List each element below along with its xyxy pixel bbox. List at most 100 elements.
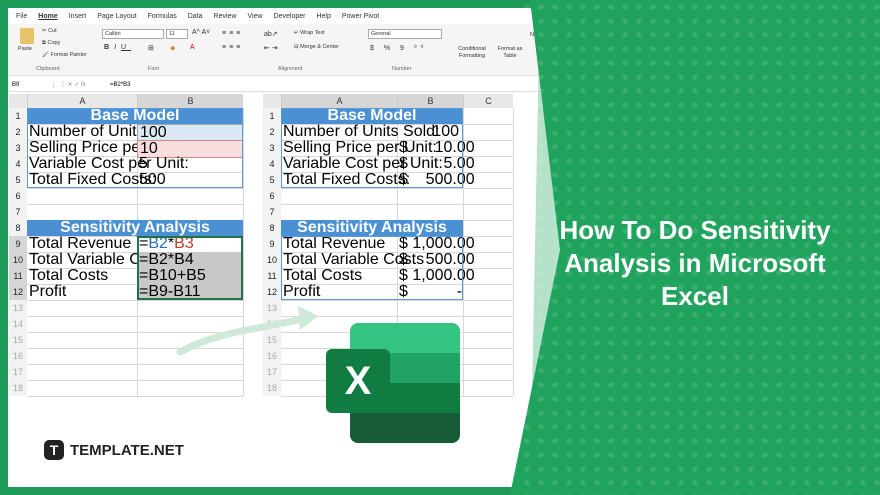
row-number[interactable]: 8 [263, 220, 281, 236]
menu-power-pivot[interactable]: Power Pivot [342, 13, 379, 20]
row-number[interactable]: 17 [263, 364, 281, 380]
corner-cell[interactable] [9, 94, 27, 108]
name-box[interactable]: B9 [8, 81, 54, 88]
page-title: How To Do Sensitivity Analysis in Micros… [559, 215, 831, 311]
row-number[interactable]: 12 [263, 284, 281, 300]
clipboard-group-label: Clipboard [36, 66, 60, 72]
menu-insert[interactable]: Insert [69, 13, 87, 20]
number-format-icons[interactable]: $ % 9 ⁰⁰ [370, 44, 427, 52]
column-gridline [513, 108, 514, 396]
row-number[interactable]: 7 [9, 204, 27, 220]
column-header[interactable]: B [397, 94, 463, 108]
fill-color-icon[interactable]: ◈ [170, 44, 175, 52]
row-number[interactable]: 9 [9, 236, 27, 252]
alignment-group-label: Alignment [278, 66, 303, 72]
brand-logo[interactable]: T TEMPLATE.NET [44, 440, 184, 460]
paste-button[interactable]: Paste [18, 46, 32, 52]
brand-name: TEMPLATE.NET [70, 441, 184, 459]
row-number[interactable]: 17 [9, 364, 27, 380]
row-number[interactable]: 8 [9, 220, 27, 236]
menu-file[interactable]: File [16, 13, 27, 20]
formula-bar-icons: ⋮ ✕ ✓ fx [60, 82, 86, 88]
row-number[interactable]: 1 [9, 108, 27, 124]
font-group-label: Font [148, 66, 160, 72]
sensitivity-label[interactable]: Total Costs [27, 268, 108, 284]
row-number[interactable]: 10 [9, 252, 27, 268]
row-number[interactable]: 7 [263, 204, 281, 220]
row-number[interactable]: 5 [263, 172, 281, 188]
indent-icons[interactable]: ⇤ ⇥ [264, 44, 278, 52]
column-header[interactable]: C [463, 94, 513, 108]
row-number[interactable]: 18 [9, 380, 27, 396]
row-number[interactable]: 3 [263, 140, 281, 156]
row-number[interactable]: 18 [263, 380, 281, 396]
menu-data[interactable]: Data [188, 13, 203, 20]
arrow-icon [176, 306, 318, 356]
sensitivity-label[interactable]: Profit [27, 284, 66, 300]
grow-font-icon[interactable]: A^ A˅ [192, 29, 210, 36]
paste-icon[interactable] [20, 28, 34, 44]
excel-x-icon: X [326, 349, 390, 413]
orientation-icon[interactable]: ab↗ [264, 30, 278, 38]
conditional-formatting-button[interactable]: Conditional Formatting [454, 46, 490, 60]
formula-input[interactable]: =B2*B3 [104, 82, 131, 88]
brush-icon: 🖌 [42, 52, 51, 58]
row-number[interactable]: 11 [263, 268, 281, 284]
row-number[interactable]: 12 [9, 284, 27, 300]
row-number[interactable]: 11 [9, 268, 27, 284]
menu-page-layout[interactable]: Page Layout [97, 13, 136, 20]
sensitivity-header[interactable]: Sensitivity Analysis [281, 220, 463, 236]
row-gridline [27, 364, 243, 365]
sensitivity-border [281, 236, 463, 300]
row-number[interactable]: 3 [9, 140, 27, 156]
menu-help[interactable]: Help [316, 13, 330, 20]
menu-review[interactable]: Review [214, 13, 237, 20]
corner-cell[interactable] [263, 94, 281, 108]
number-format-select[interactable]: General [368, 29, 442, 39]
sensitivity-header[interactable]: Sensitivity Analysis [27, 220, 243, 236]
font-name-select[interactable]: Calibri [102, 29, 164, 39]
row-number[interactable]: 2 [9, 124, 27, 140]
menu-home[interactable]: Home [38, 13, 57, 20]
cut-button[interactable]: ✂ Cut [42, 28, 57, 34]
align-top-icons[interactable]: ≡≡≡ [222, 30, 243, 37]
row-number[interactable]: 5 [9, 172, 27, 188]
column-header[interactable]: B [137, 94, 243, 108]
font-size-select[interactable]: 11 [166, 29, 188, 39]
sensitivity-label[interactable]: Total Revenue [27, 236, 131, 252]
row-number[interactable]: 13 [9, 300, 27, 316]
row-number[interactable]: 9 [263, 236, 281, 252]
align-left-icons[interactable]: ≡≡≡ [222, 44, 243, 51]
row-number[interactable]: 2 [263, 124, 281, 140]
brand-mark-icon: T [44, 440, 64, 460]
row-number[interactable]: 15 [9, 332, 27, 348]
row-number[interactable]: 1 [263, 108, 281, 124]
menu-formulas[interactable]: Formulas [148, 13, 177, 20]
excel-logo: X [326, 323, 460, 443]
column-header[interactable]: A [27, 94, 137, 108]
row-number[interactable]: 4 [263, 156, 281, 172]
format-painter-button[interactable]: 🖌 Format Painter [42, 52, 87, 58]
font-style-buttons[interactable]: BIU [104, 44, 131, 51]
row-number[interactable]: 6 [9, 188, 27, 204]
sensitivity-border [137, 236, 243, 300]
row-number[interactable]: 6 [263, 188, 281, 204]
row-number[interactable]: 14 [9, 316, 27, 332]
border-icon[interactable]: ⊞ [148, 44, 154, 52]
wrap-text-button[interactable]: ↵ Wrap Text [294, 30, 325, 36]
menu-view[interactable]: View [248, 13, 263, 20]
merge-center-button[interactable]: ⊟ Merge & Center [294, 44, 339, 50]
row-number[interactable]: 16 [9, 348, 27, 364]
row-gridline [27, 380, 243, 381]
menu-developer[interactable]: Developer [274, 13, 306, 20]
formula-bar: B9 ⋮ ✕ ✓ fx =B2*B3 [8, 78, 548, 92]
row-number[interactable]: 4 [9, 156, 27, 172]
base-model-border [281, 108, 463, 188]
column-header[interactable]: A [281, 94, 397, 108]
row-gridline [27, 396, 243, 397]
font-color-icon[interactable]: A [190, 44, 195, 51]
base-model-border [27, 108, 243, 188]
copy-button[interactable]: ⧉ Copy [42, 40, 60, 47]
row-number[interactable]: 10 [263, 252, 281, 268]
ribbon: Paste ✂ Cut ⧉ Copy 🖌 Format Painter Clip… [8, 24, 548, 76]
